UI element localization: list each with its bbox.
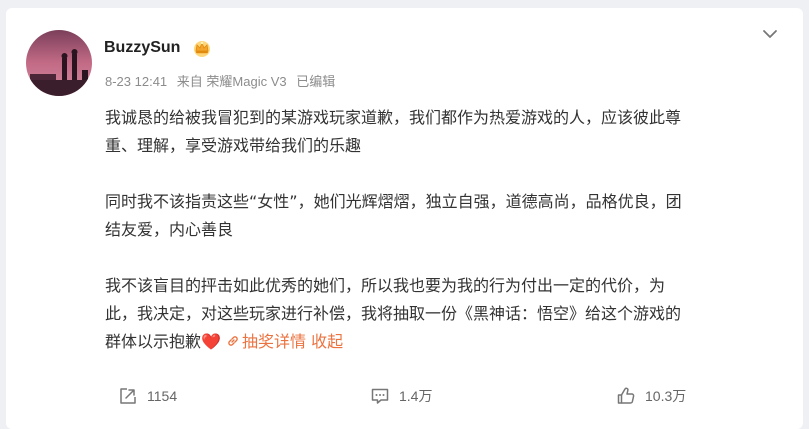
post-source: 来自 荣耀Magic V3 — [176, 74, 287, 89]
repost-button[interactable]: 1154 — [118, 383, 177, 409]
link-icon — [228, 336, 238, 346]
thumbs-up-icon — [617, 387, 635, 404]
paragraph-apology: 我诚恳的给被我冒犯到的某游戏玩家道歉，我们都作为热爱游戏的人，应该彼此尊 重、理… — [105, 104, 765, 160]
avatar[interactable] — [26, 30, 92, 96]
collapse-link[interactable]: 收起 — [311, 332, 343, 351]
paragraph-praise: 同时我不该指责这些“女性”，她们光辉熠熠，独立自强，道德高尚，品格优良，团 结友… — [105, 188, 765, 244]
paragraph-compensation: 我不该盲目的抨击如此优秀的她们，所以我也要为我的行为付出一定的代价，为 此，我决… — [105, 272, 765, 356]
post-body: 我诚恳的给被我冒犯到的某游戏玩家道歉，我们都作为热爱游戏的人，应该彼此尊 重、理… — [105, 104, 765, 356]
like-count: 10.3万 — [645, 388, 687, 404]
repost-icon — [120, 388, 136, 404]
paragraph-line: 我不该盲目的抨击如此优秀的她们，所以我也要为我的行为付出一定的代价，为 — [105, 276, 666, 295]
chevron-down-icon[interactable] — [758, 24, 782, 44]
paragraph-line: 群体以示抱歉 — [105, 332, 202, 351]
post-time[interactable]: 8-23 12:41 — [105, 74, 167, 89]
comment-button[interactable]: 1.4万 — [370, 383, 432, 409]
repost-count: 1154 — [147, 388, 178, 404]
paragraph-line: 同时我不该指责这些“女性”，她们光辉熠熠，独立自强，道德高尚，品格优良，团 — [105, 192, 682, 211]
comment-count: 1.4万 — [399, 388, 433, 404]
post-meta: 8-23 12:41 来自 荣耀Magic V3 已编辑 — [105, 71, 335, 90]
weibo-post-card: BuzzySun 8-23 12:41 来自 荣耀Magic V3 已编辑 我诚… — [6, 8, 803, 429]
like-button[interactable]: 10.3万 — [616, 383, 686, 409]
edited-label[interactable]: 已编辑 — [296, 74, 335, 89]
lottery-details-label[interactable]: 抽奖详情 — [242, 332, 306, 351]
paragraph-line: 此，我决定，对这些玩家进行补偿，我将抽取一份《黑神话：悟空》给这个游戏的 — [105, 304, 682, 323]
lottery-details-link[interactable]: 抽奖详情 — [226, 332, 306, 351]
action-bar: 1154 1.4万 10.3万 — [6, 381, 803, 411]
heart-emoji: ❤️ — [201, 332, 221, 351]
crown-badge-icon[interactable] — [192, 38, 212, 58]
username[interactable]: BuzzySun — [104, 39, 180, 57]
avatar-image — [26, 30, 92, 96]
comment-icon — [371, 388, 389, 404]
paragraph-line: 我诚恳的给被我冒犯到的某游戏玩家道歉，我们都作为热爱游戏的人，应该彼此尊 — [105, 108, 682, 127]
paragraph-line: 重、理解，享受游戏带给我们的乐趣 — [105, 136, 362, 155]
paragraph-line: 结友爱，内心善良 — [105, 220, 234, 239]
